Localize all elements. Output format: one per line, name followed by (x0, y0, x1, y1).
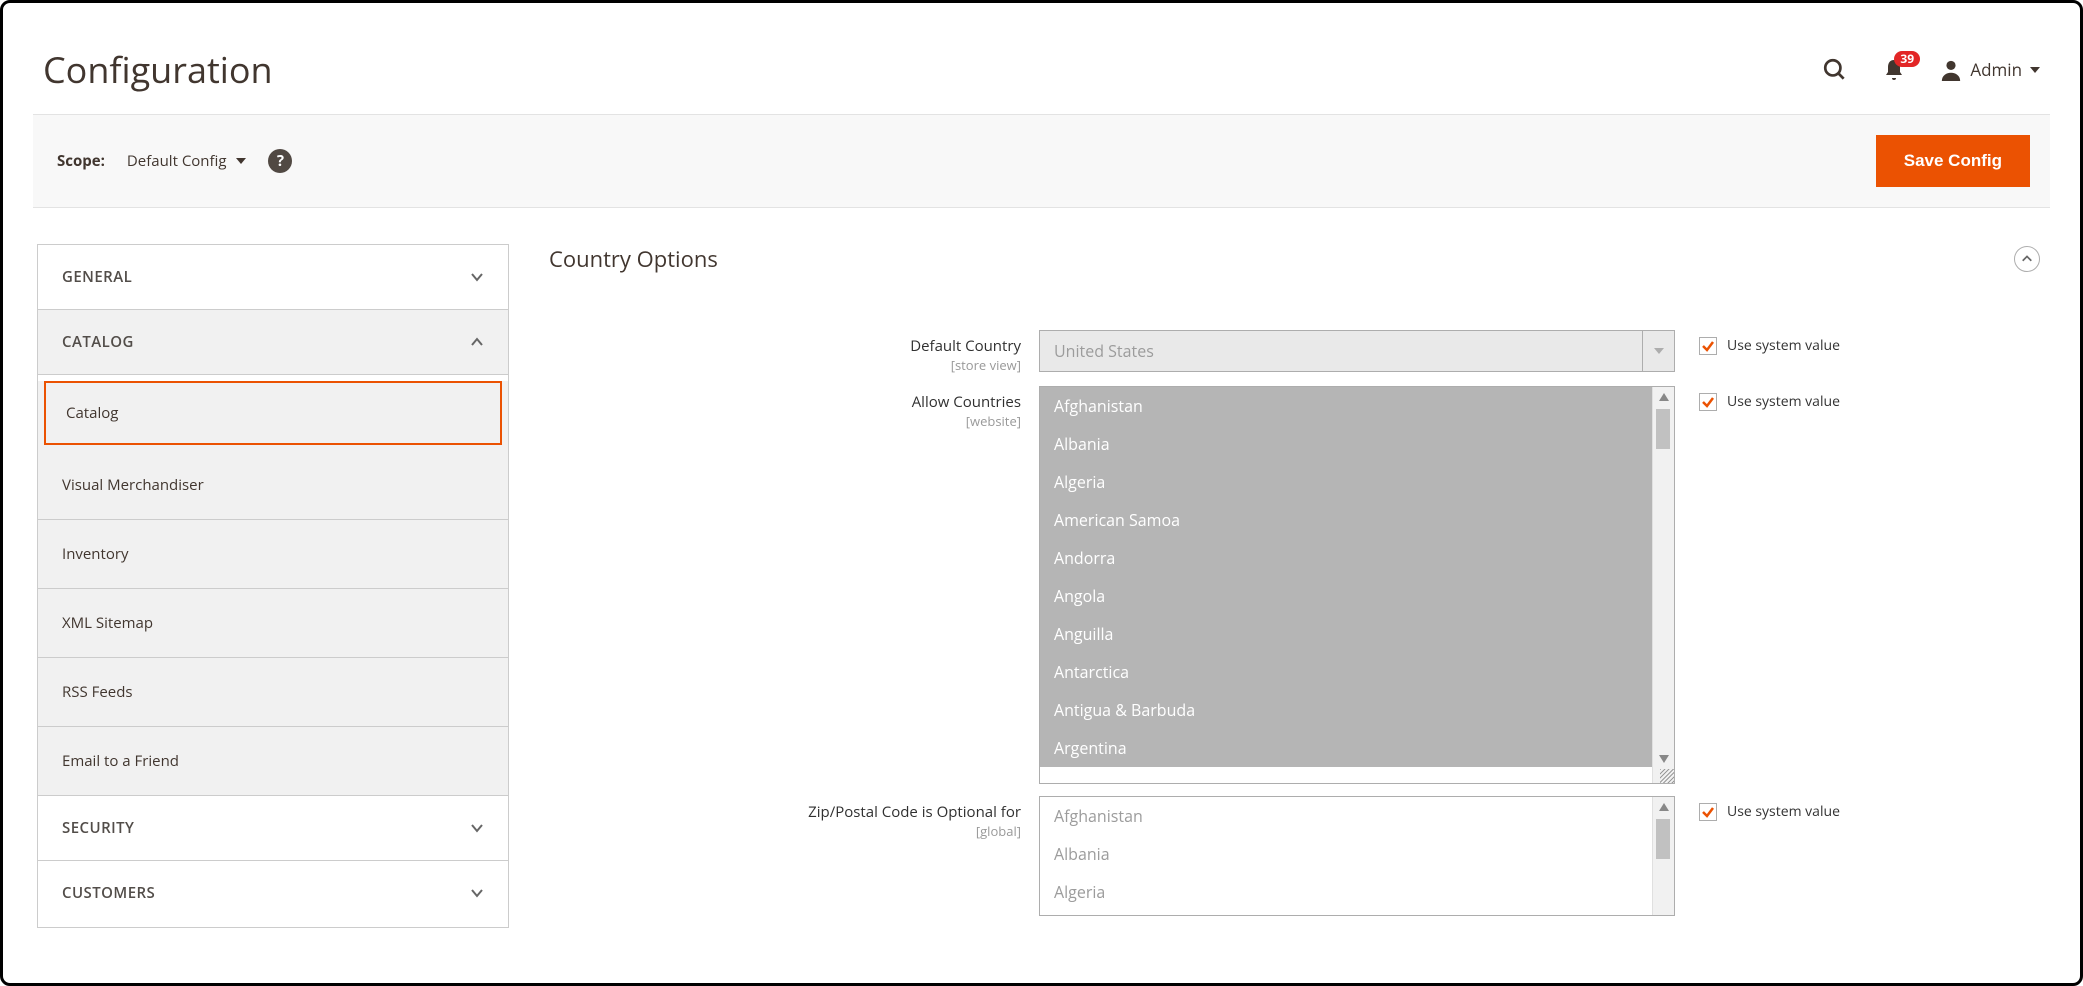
list-item[interactable]: Afghanistan (1040, 797, 1674, 835)
list-item[interactable]: Algeria (1040, 463, 1674, 501)
field-zip-optional: Zip/Postal Code is Optional for [global]… (549, 796, 2040, 916)
use-system-value-label: Use system value (1727, 392, 1840, 411)
section-header[interactable]: Country Options (549, 244, 2040, 284)
sidebar-item-rss-feeds[interactable]: RSS Feeds (38, 658, 508, 727)
chevron-up-icon (2021, 253, 2033, 265)
chevron-down-icon (470, 886, 484, 900)
field-default-country: Default Country [store view] United Stat… (549, 330, 2040, 374)
select-arrow (1642, 331, 1674, 371)
notifications-icon[interactable]: 39 (1882, 57, 1906, 83)
use-system-value-label: Use system value (1727, 802, 1840, 821)
scope-left: Scope: Default Config ? (57, 149, 292, 173)
field-checkbox-col: Use system value (1675, 796, 1840, 821)
scrollbar[interactable] (1652, 387, 1674, 783)
main-area: GENERAL CATALOG Catalog Visual Merchandi… (33, 208, 2050, 928)
scope-value: Default Config (127, 151, 227, 171)
caret-down-icon (236, 156, 246, 166)
admin-label: Admin (1970, 58, 2022, 81)
scroll-down-icon[interactable] (1653, 749, 1674, 769)
admin-menu[interactable]: Admin (1940, 58, 2040, 82)
scope-bar: Scope: Default Config ? Save Config (33, 114, 2050, 208)
list-item[interactable]: Anguilla (1040, 615, 1674, 653)
scroll-up-icon[interactable] (1653, 387, 1674, 407)
allow-countries-multiselect[interactable]: Afghanistan Albania Algeria American Sam… (1039, 386, 1675, 784)
list-item[interactable]: Albania (1040, 835, 1674, 873)
resize-handle-icon[interactable] (1660, 769, 1674, 783)
tab-catalog-children: Catalog Visual Merchandiser Inventory XM… (38, 381, 508, 796)
tab-label: CATALOG (62, 332, 134, 352)
field-allow-countries: Allow Countries [website] Afghanistan Al… (549, 386, 2040, 784)
zip-optional-multiselect[interactable]: Afghanistan Albania Algeria (1039, 796, 1675, 916)
field-label-col: Default Country [store view] (549, 330, 1039, 374)
sidebar-item-catalog[interactable]: Catalog (44, 381, 502, 445)
list-item[interactable]: Andorra (1040, 539, 1674, 577)
field-label: Allow Countries (912, 392, 1021, 412)
notifications-badge: 39 (1894, 51, 1920, 67)
scope-selector[interactable]: Default Config (127, 151, 247, 171)
config-tabs-sidebar: GENERAL CATALOG Catalog Visual Merchandi… (37, 244, 509, 928)
tab-label: CUSTOMERS (62, 883, 155, 903)
list-item[interactable]: Algeria (1040, 873, 1674, 911)
config-content: Country Options Default Country [store v… (549, 244, 2050, 928)
tab-label: SECURITY (62, 818, 134, 838)
default-country-select[interactable]: United States (1039, 330, 1675, 372)
list-item[interactable]: American Samoa (1040, 501, 1674, 539)
list-item[interactable]: Argentina (1040, 729, 1674, 767)
use-system-value-label: Use system value (1727, 336, 1840, 355)
tab-customers[interactable]: CUSTOMERS (38, 861, 508, 925)
collapse-section-button[interactable] (2014, 246, 2040, 272)
field-checkbox-col: Use system value (1675, 386, 1840, 411)
use-system-value-checkbox[interactable] (1699, 803, 1717, 821)
header-actions: 39 Admin (1822, 57, 2040, 83)
tab-label: GENERAL (62, 267, 132, 287)
triangle-down-icon (1654, 346, 1664, 356)
list-item[interactable]: Albania (1040, 425, 1674, 463)
tab-general[interactable]: GENERAL (38, 245, 508, 310)
save-config-button[interactable]: Save Config (1876, 135, 2030, 187)
page-header: Configuration 39 Admin (33, 21, 2050, 114)
chevron-up-icon (470, 335, 484, 349)
tab-security[interactable]: SECURITY (38, 796, 508, 861)
field-label: Default Country (910, 336, 1021, 356)
field-input-col: Afghanistan Albania Algeria (1039, 796, 1675, 916)
select-value: United States (1054, 340, 1154, 362)
scrollbar-thumb[interactable] (1656, 409, 1670, 449)
search-icon[interactable] (1822, 57, 1848, 83)
use-system-value-checkbox[interactable] (1699, 337, 1717, 355)
sidebar-item-xml-sitemap[interactable]: XML Sitemap (38, 589, 508, 658)
scrollbar[interactable] (1652, 797, 1674, 915)
sidebar-item-visual-merchandiser[interactable]: Visual Merchandiser (38, 451, 508, 520)
list-item[interactable]: Afghanistan (1040, 387, 1674, 425)
caret-down-icon (2030, 65, 2040, 75)
field-label-col: Allow Countries [website] (549, 386, 1039, 430)
help-icon[interactable]: ? (268, 149, 292, 173)
list-item[interactable]: Angola (1040, 577, 1674, 615)
chevron-down-icon (470, 270, 484, 284)
tab-catalog[interactable]: CATALOG (38, 310, 508, 375)
scrollbar-thumb[interactable] (1656, 819, 1670, 859)
scroll-up-icon[interactable] (1653, 797, 1674, 817)
field-checkbox-col: Use system value (1675, 330, 1840, 355)
sidebar-item-inventory[interactable]: Inventory (38, 520, 508, 589)
field-label-col: Zip/Postal Code is Optional for [global] (549, 796, 1039, 840)
page-title: Configuration (43, 45, 273, 94)
use-system-value-checkbox[interactable] (1699, 393, 1717, 411)
field-scope: [store view] (549, 356, 1021, 374)
section-title: Country Options (549, 244, 718, 274)
list-item[interactable]: Antarctica (1040, 653, 1674, 691)
field-input-col: United States (1039, 330, 1675, 372)
chevron-down-icon (470, 821, 484, 835)
sidebar-item-email-to-friend[interactable]: Email to a Friend (38, 727, 508, 796)
field-scope: [website] (549, 412, 1021, 430)
field-label: Zip/Postal Code is Optional for (808, 802, 1021, 822)
user-icon (1940, 58, 1962, 82)
list-item[interactable]: Antigua & Barbuda (1040, 691, 1674, 729)
field-input-col: Afghanistan Albania Algeria American Sam… (1039, 386, 1675, 784)
field-scope: [global] (549, 822, 1021, 840)
scope-label: Scope: (57, 151, 105, 171)
